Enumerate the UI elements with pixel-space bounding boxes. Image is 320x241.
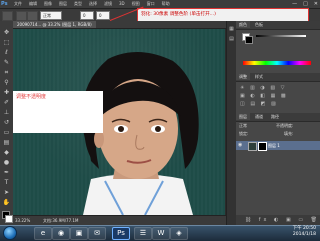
marquee-tool-icon[interactable]: ⬚ — [2, 39, 11, 47]
maximize-button[interactable]: □ — [303, 0, 308, 8]
close-button[interactable]: ✕ — [314, 0, 318, 8]
layers-panel-header: 图层 通道 路径 — [236, 113, 320, 122]
healing-tool-icon[interactable]: ✚ — [2, 89, 11, 97]
height-field[interactable]: 0 — [96, 11, 110, 20]
tab-swatches[interactable]: 色板 — [252, 21, 266, 28]
photoshop-logo: Ps — [1, 1, 8, 7]
menu-items: 文件 编辑 图像 图层 类型 选择 滤镜 3D 视图 窗口 帮助 — [14, 0, 170, 8]
adjustment-icons-row-3[interactable]: ◫ ▤ ◩ ▨ — [240, 101, 278, 107]
tab-channels[interactable]: 通道 — [252, 113, 266, 120]
eraser-tool-icon[interactable]: ▭ — [2, 129, 11, 137]
path-select-tool-icon[interactable]: ➤ — [2, 189, 11, 197]
menu-file[interactable]: 文件 — [14, 0, 22, 8]
tab-paths[interactable]: 路径 — [268, 113, 282, 120]
blend-mode-select[interactable]: 正常 — [239, 123, 247, 129]
document-tab-row: 20090714... @ 33.2% (图层 1, RGB/8) — [13, 21, 226, 29]
layer-visibility-eye-icon[interactable]: ◉ — [238, 141, 242, 150]
type-tool-icon[interactable]: T — [2, 179, 11, 187]
history-panel-icon[interactable]: ▦ — [227, 25, 236, 33]
white-layer-box: 调整不透明度 — [13, 91, 103, 133]
gradient-tool-icon[interactable]: ▤ — [2, 139, 11, 147]
layer-name[interactable]: 图层 1 — [268, 141, 280, 150]
style-select[interactable]: 正常 — [40, 11, 62, 20]
taskbar-photoshop-icon[interactable]: Ps — [112, 227, 130, 240]
lock-label: 锁定: — [239, 131, 249, 136]
crop-tool-icon[interactable]: ⌗ — [2, 69, 11, 77]
minimize-button[interactable]: — — [292, 0, 297, 8]
layer-thumbnail — [248, 142, 257, 151]
tab-color[interactable]: 颜色 — [236, 21, 250, 28]
window-controls: — □ ✕ — [292, 0, 318, 8]
blur-tool-icon[interactable]: ◆ — [2, 149, 11, 157]
menu-select[interactable]: 选择 — [89, 0, 97, 8]
color-slider[interactable] — [256, 35, 306, 37]
fill-label: 填充: — [284, 131, 294, 136]
taskbar-app-icon[interactable]: ☰ — [134, 227, 152, 240]
width-field[interactable]: 0 — [80, 11, 94, 20]
layer-mask-thumbnail — [258, 142, 267, 151]
tab-styles[interactable]: 样式 — [252, 73, 266, 80]
taskbar-media-icon[interactable]: ◉ — [52, 227, 70, 240]
menu-type[interactable]: 类型 — [74, 0, 82, 8]
color-spectrum-ramp[interactable] — [243, 61, 311, 65]
panel-background-swatch[interactable] — [245, 36, 253, 44]
marquee-tool-icon[interactable] — [2, 11, 13, 21]
menu-layer[interactable]: 图层 — [59, 0, 67, 8]
clock-date: 2014/1/18 — [292, 232, 316, 237]
new-selection-icon[interactable] — [16, 11, 27, 21]
dodge-tool-icon[interactable]: ● — [2, 159, 11, 167]
document-tab[interactable]: 20090714... @ 33.2% (图层 1, RGB/8) — [13, 21, 96, 28]
menu-3d[interactable]: 3D — [119, 0, 125, 8]
menu-image[interactable]: 图像 — [44, 0, 52, 8]
properties-panel-icon[interactable]: ▤ — [227, 35, 236, 43]
clone-stamp-tool-icon[interactable]: ⊥ — [2, 109, 11, 117]
opacity-label: 不透明度: — [276, 123, 294, 128]
quick-select-tool-icon[interactable]: ✎ — [2, 59, 11, 67]
background-color-swatch[interactable] — [5, 215, 13, 223]
adjustment-icons-row-2[interactable]: ▣ ◐ ◧ ▦ ▩ — [240, 93, 288, 99]
adjust-panel-header: 调整 样式 — [236, 73, 320, 82]
tab-adjustments[interactable]: 调整 — [236, 73, 250, 80]
color-panel-header: 颜色 色板 — [236, 21, 320, 30]
menu-edit[interactable]: 编辑 — [29, 0, 37, 8]
move-tool-icon[interactable]: ✥ — [2, 29, 11, 37]
eyedropper-tool-icon[interactable]: ⚲ — [2, 79, 11, 87]
toolbox: ✥ ⬚ ℓ ✎ ⌗ ⚲ ✚ ✐ ⊥ ↺ ▭ ▤ ◆ ● ✒ T ➤ ✋ — [0, 21, 14, 225]
tab-layers[interactable]: 图层 — [236, 113, 250, 120]
menu-window[interactable]: 窗口 — [147, 0, 155, 8]
add-selection-icon[interactable] — [27, 11, 38, 21]
annotation-text: 羽化: 30像素 调整色阶 (单击打开...) — [141, 12, 216, 17]
right-panels: 颜色 色板 调整 样式 ☀ ▥ ◑ ▧ ▽ ▣ ◐ ◧ ▦ ▩ ◫ ▤ ◩ ▨ … — [236, 21, 320, 225]
annotation-callout: 羽化: 30像素 调整色阶 (单击打开...) — [137, 8, 309, 22]
history-brush-tool-icon[interactable]: ↺ — [2, 119, 11, 127]
canvas[interactable]: 调整不透明度 — [13, 29, 225, 215]
hand-tool-icon[interactable]: ✋ — [2, 199, 11, 207]
pen-tool-icon[interactable]: ✒ — [2, 169, 11, 177]
adjustment-icons-row-1[interactable]: ☀ ▥ ◑ ▧ ▽ — [240, 85, 287, 91]
menu-filter[interactable]: 滤镜 — [104, 0, 112, 8]
brush-tool-icon[interactable]: ✐ — [2, 99, 11, 107]
taskbar-word-icon[interactable]: W — [152, 227, 170, 240]
taskbar-mail-icon[interactable]: ✉ — [88, 227, 106, 240]
lasso-tool-icon[interactable]: ℓ — [2, 49, 11, 57]
start-button[interactable] — [3, 226, 17, 240]
menu-help[interactable]: 帮助 — [162, 0, 170, 8]
white-box-label: 调整不透明度 — [16, 94, 47, 100]
taskbar-tool-icon[interactable]: ◈ — [170, 227, 188, 240]
taskbar-ie-icon[interactable]: e — [34, 227, 52, 240]
taskbar-clock[interactable]: 下午 20:50 2014/1/18 — [293, 226, 316, 238]
layer-row[interactable]: ◉ 图层 1 — [236, 141, 320, 151]
taskbar-explorer-icon[interactable]: ▣ — [70, 227, 88, 240]
menu-view[interactable]: 视图 — [132, 0, 140, 8]
layers-footer-buttons[interactable]: ⛓ fx ◐ ▣ ▭ 🗑 — [236, 215, 320, 225]
